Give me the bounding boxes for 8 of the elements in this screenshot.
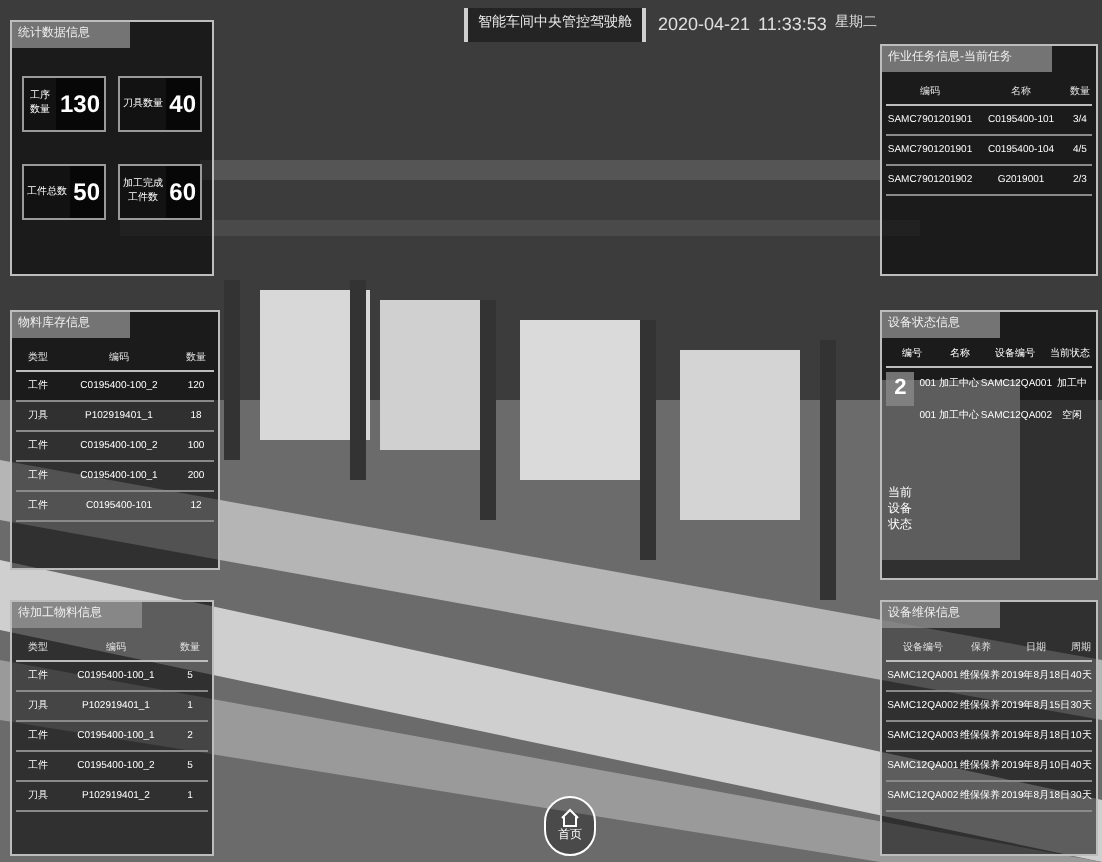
stat-value: 40: [165, 78, 200, 130]
time-text: 11:33:53: [758, 11, 827, 37]
status-badge: 2: [886, 372, 915, 405]
stat-value: 60: [165, 166, 200, 218]
stat-value: 50: [69, 166, 104, 218]
stat-value: 130: [55, 78, 104, 130]
date-text: 2020-04-21: [658, 11, 751, 37]
home-icon: [560, 807, 580, 827]
